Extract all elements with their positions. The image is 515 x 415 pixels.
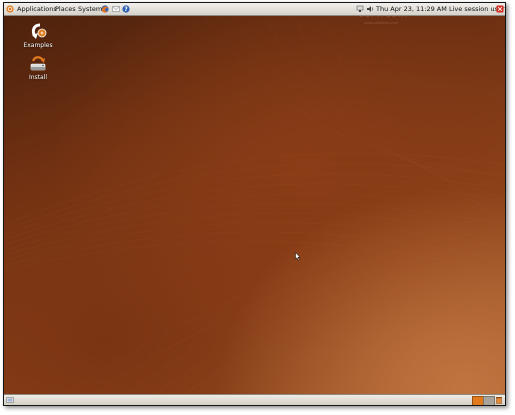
system-menu[interactable]: System: [78, 5, 102, 13]
ubuntu-logo-icon: [6, 5, 14, 13]
examples-icon: [31, 23, 47, 39]
firefox-launcher-icon[interactable]: [101, 5, 109, 13]
applications-menu[interactable]: Applications: [17, 5, 57, 13]
volume-icon[interactable]: [366, 5, 374, 13]
wallpaper-swirl: [4, 15, 505, 395]
help-icon[interactable]: ?: [122, 5, 130, 13]
trash-icon[interactable]: [495, 396, 503, 404]
show-desktop-icon[interactable]: [6, 396, 14, 404]
places-menu[interactable]: Places: [55, 5, 76, 13]
install-desktop-icon[interactable]: Install: [20, 55, 56, 83]
mail-launcher-icon[interactable]: [112, 5, 120, 13]
screen-frame: Examples Install SOFTPEDIA www.softpedia…: [3, 2, 506, 406]
shutdown-icon[interactable]: [496, 5, 504, 13]
svg-text:?: ?: [124, 6, 128, 13]
clock[interactable]: Thu Apr 23, 11:29 AM: [376, 5, 447, 13]
mouse-pointer-icon: [295, 252, 301, 261]
top-panel: Applications Places System ? Thu Apr 23,…: [4, 3, 505, 16]
network-icon[interactable]: [356, 5, 364, 13]
desktop-background[interactable]: Examples Install SOFTPEDIA www.softpedia…: [4, 11, 505, 395]
install-icon: [30, 56, 46, 71]
examples-desktop-icon[interactable]: Examples: [20, 23, 56, 51]
watermark-url: www.softpedia.com: [364, 21, 399, 25]
bottom-panel: [4, 394, 505, 405]
examples-label: Examples: [23, 42, 53, 49]
install-label: Install: [28, 74, 48, 81]
workspace-2[interactable]: [483, 396, 495, 405]
